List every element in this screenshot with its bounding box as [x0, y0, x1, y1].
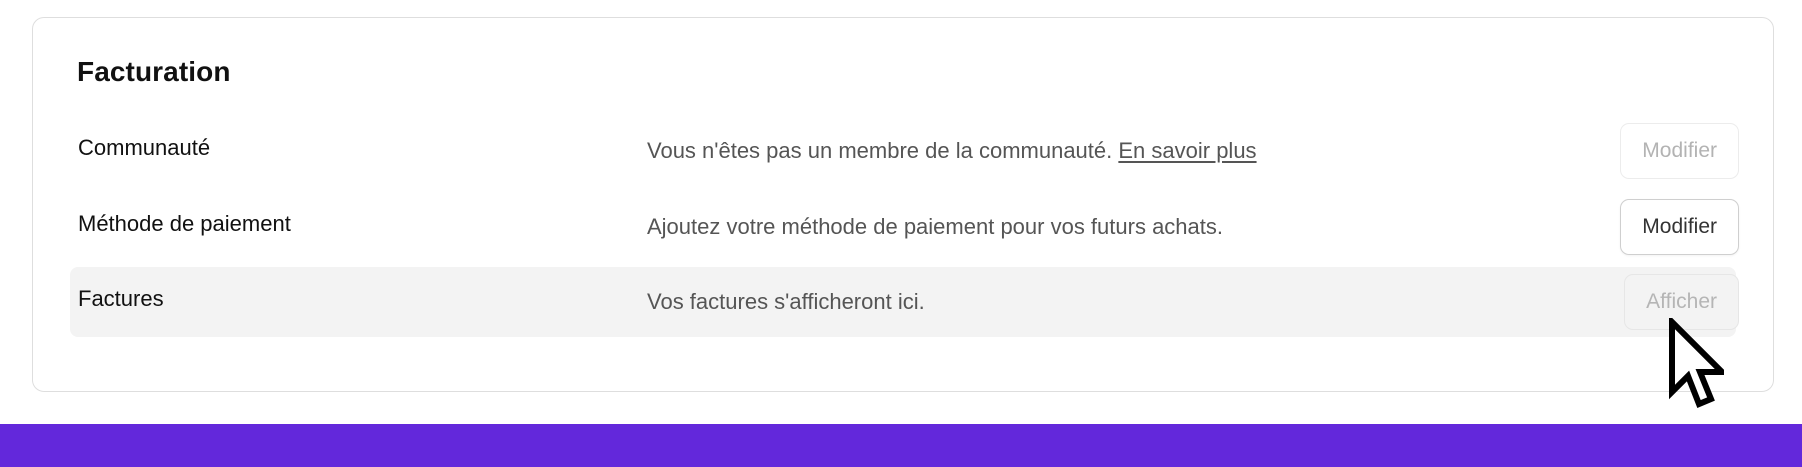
row-label-community: Communauté [78, 135, 211, 160]
row-description-payment-method: Ajoutez votre méthode de paiement pour v… [647, 214, 1223, 239]
row-invoices: Factures Vos factures s'afficheront ici.… [70, 267, 1739, 337]
row-label-invoices: Factures [78, 286, 164, 311]
payment-method-modify-button[interactable]: Modifier [1620, 199, 1739, 255]
billing-card: Facturation Communauté Vous n'êtes pas u… [32, 17, 1774, 392]
row-description-community: Vous n'êtes pas un membre de la communau… [647, 138, 1257, 164]
footer-accent-bar [0, 424, 1802, 467]
section-title: Facturation [77, 56, 231, 87]
learn-more-link[interactable]: En savoir plus [1118, 138, 1256, 163]
community-description-text: Vous n'êtes pas un membre de la communau… [647, 138, 1113, 163]
row-community: Communauté Vous n'êtes pas un membre de … [70, 116, 1739, 186]
row-payment-method: Méthode de paiement Ajoutez votre méthod… [70, 192, 1739, 262]
invoices-view-button[interactable]: Afficher [1624, 274, 1739, 330]
row-description-invoices: Vos factures s'afficheront ici. [647, 289, 925, 314]
row-label-payment-method: Méthode de paiement [78, 211, 291, 236]
community-modify-button[interactable]: Modifier [1620, 123, 1739, 179]
